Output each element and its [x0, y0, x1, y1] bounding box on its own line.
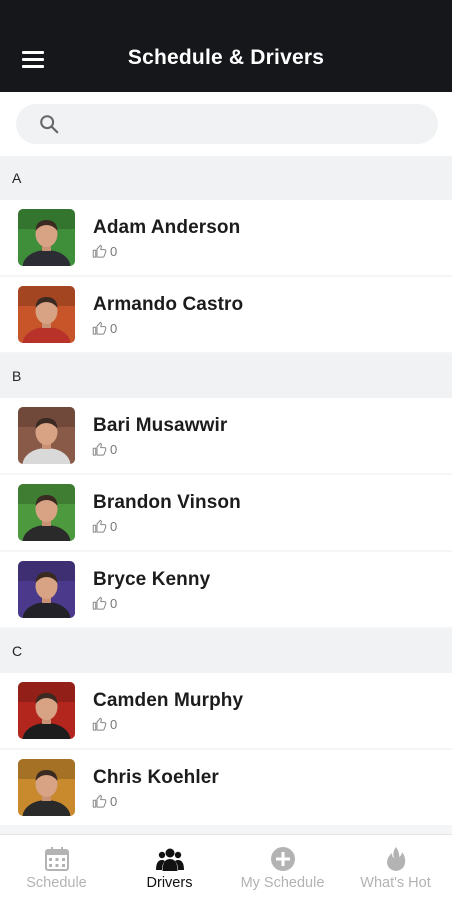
like-count: 0	[110, 595, 118, 611]
like-count: 0	[110, 518, 118, 534]
nav-label: My Schedule	[240, 875, 325, 891]
nav-label: Schedule	[26, 875, 87, 891]
thumbs-up-icon	[92, 794, 107, 808]
like-button[interactable]: 0	[92, 595, 117, 611]
thumbs-up-icon	[92, 519, 107, 533]
nav-tab-my-schedule[interactable]: My Schedule	[226, 835, 339, 900]
search-bar	[0, 92, 452, 156]
driver-row[interactable]: Brandon Vinson 0	[0, 475, 452, 550]
driver-name: Armando Castro	[93, 294, 244, 315]
driver-row[interactable]: Adam Anderson 0	[0, 200, 452, 275]
avatar	[18, 682, 75, 739]
thumbs-up-icon	[92, 717, 107, 731]
thumbs-up-icon	[92, 442, 107, 456]
like-button[interactable]: 0	[92, 793, 117, 809]
app-header: Schedule & Drivers	[0, 28, 452, 92]
driver-row[interactable]: Camden Murphy 0	[0, 673, 452, 748]
nav-tab-schedule[interactable]: Schedule	[0, 835, 113, 900]
section-letter: A	[12, 170, 22, 186]
section-header: B	[0, 354, 452, 398]
driver-name: Adam Anderson	[93, 217, 241, 238]
avatar	[18, 561, 75, 618]
nav-tab-what-s-hot[interactable]: What's Hot	[339, 835, 452, 900]
search-icon	[40, 115, 59, 134]
plus-circle-icon	[270, 847, 295, 871]
like-count: 0	[110, 320, 118, 336]
flame-icon	[386, 847, 405, 871]
avatar	[18, 484, 75, 541]
like-button[interactable]: 0	[92, 243, 117, 259]
driver-name: Bryce Kenny	[93, 569, 211, 590]
like-count: 0	[110, 793, 118, 809]
driver-row[interactable]: Bryce Kenny 0	[0, 552, 452, 627]
nav-label: What's Hot	[360, 875, 431, 891]
thumbs-up-icon	[92, 596, 107, 610]
like-button[interactable]: 0	[92, 518, 117, 534]
calendar-icon	[44, 847, 69, 871]
nav-label: Drivers	[146, 875, 193, 891]
thumbs-up-icon	[92, 321, 107, 335]
like-button[interactable]: 0	[92, 441, 117, 457]
nav-tab-drivers[interactable]: Drivers	[113, 835, 226, 900]
people-icon	[155, 848, 184, 871]
section-header: C	[0, 629, 452, 673]
page-title: Schedule & Drivers	[127, 46, 325, 69]
driver-list[interactable]: A Adam Anderson 0 Armando Castro 0 B Bari Musa…	[0, 156, 452, 834]
driver-name: Camden Murphy	[93, 690, 244, 711]
thumbs-up-icon	[92, 244, 107, 258]
like-button[interactable]: 0	[92, 716, 117, 732]
status-bar	[0, 0, 452, 28]
like-count: 0	[110, 243, 118, 259]
avatar	[18, 407, 75, 464]
bottom-nav: Schedule Drivers My Schedule What's Hot	[0, 834, 452, 900]
like-count: 0	[110, 441, 118, 457]
avatar	[18, 286, 75, 343]
like-button[interactable]: 0	[92, 320, 117, 336]
search-box[interactable]	[16, 104, 438, 144]
section-letter: B	[12, 368, 22, 384]
section-letter: C	[12, 643, 23, 659]
avatar	[18, 209, 75, 266]
like-count: 0	[110, 716, 118, 732]
driver-name: Chris Koehler	[93, 767, 219, 788]
section-header: A	[0, 156, 452, 200]
driver-row[interactable]: Armando Castro 0	[0, 277, 452, 352]
driver-row[interactable]: Chris Koehler 0	[0, 750, 452, 825]
search-input[interactable]	[70, 104, 430, 144]
avatar	[18, 759, 75, 816]
driver-name: Bari Musawwir	[93, 415, 228, 436]
driver-name: Brandon Vinson	[93, 492, 241, 513]
driver-row[interactable]: Bari Musawwir 0	[0, 398, 452, 473]
